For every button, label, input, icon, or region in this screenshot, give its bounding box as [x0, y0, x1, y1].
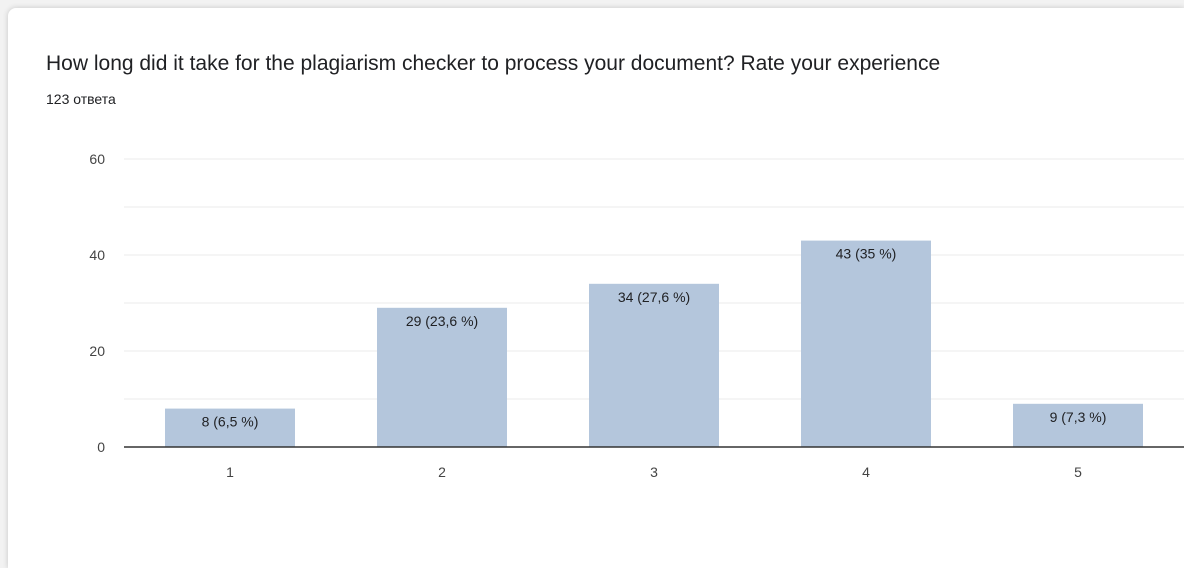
x-tick-label: 3	[650, 464, 658, 480]
y-tick-label: 60	[89, 151, 105, 167]
bar	[589, 283, 719, 447]
x-tick-label: 1	[226, 464, 234, 480]
y-tick-label: 20	[89, 343, 105, 359]
x-tick-label: 4	[862, 464, 870, 480]
x-tick-label: 5	[1074, 464, 1082, 480]
y-tick-label: 40	[89, 247, 105, 263]
chart-card: How long did it take for the plagiarism …	[8, 8, 1184, 568]
bar-data-label: 34 (27,6 %)	[618, 289, 690, 305]
bar-data-label: 9 (7,3 %)	[1050, 409, 1107, 425]
bar	[801, 240, 931, 447]
bar-data-label: 8 (6,5 %)	[202, 414, 259, 430]
x-tick-label: 2	[438, 464, 446, 480]
y-tick-label: 0	[97, 439, 105, 455]
bar-chart: 0 20 40 60 8 (6,5 %) 1 29 (23,6 %) 2 34 (27,6 %)…	[89, 151, 1184, 480]
bar-data-label: 43 (35 %)	[836, 246, 897, 262]
bar-data-label: 29 (23,6 %)	[406, 313, 478, 329]
